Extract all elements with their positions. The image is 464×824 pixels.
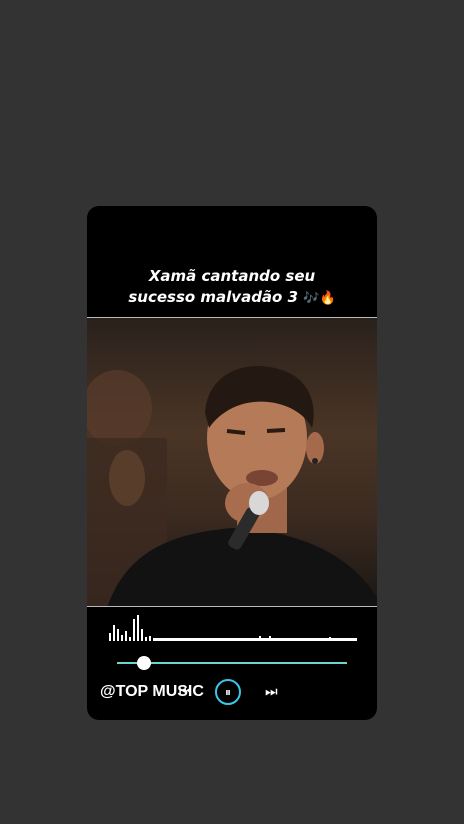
next-icon[interactable]: ⏭ bbox=[265, 682, 278, 702]
post-caption: Xamã cantando seu sucesso malvadão 3 🎶🔥 bbox=[87, 266, 377, 309]
caption-line-2: sucesso malvadão 3 bbox=[128, 288, 299, 306]
progress-track[interactable] bbox=[117, 662, 347, 664]
audio-waveform bbox=[109, 615, 357, 641]
caption-line-1: Xamã cantando seu bbox=[148, 267, 316, 285]
singer-video-image bbox=[87, 365, 377, 606]
pause-icon[interactable]: ⏸ bbox=[215, 679, 241, 705]
previous-icon[interactable]: ⏮ bbox=[179, 682, 192, 702]
progress-thumb[interactable] bbox=[137, 656, 151, 670]
story-card: Xamã cantando seu sucesso malvadão 3 🎶🔥 bbox=[87, 206, 377, 720]
video-frame[interactable] bbox=[87, 317, 377, 607]
caption-emoji: 🎶🔥 bbox=[303, 291, 336, 306]
